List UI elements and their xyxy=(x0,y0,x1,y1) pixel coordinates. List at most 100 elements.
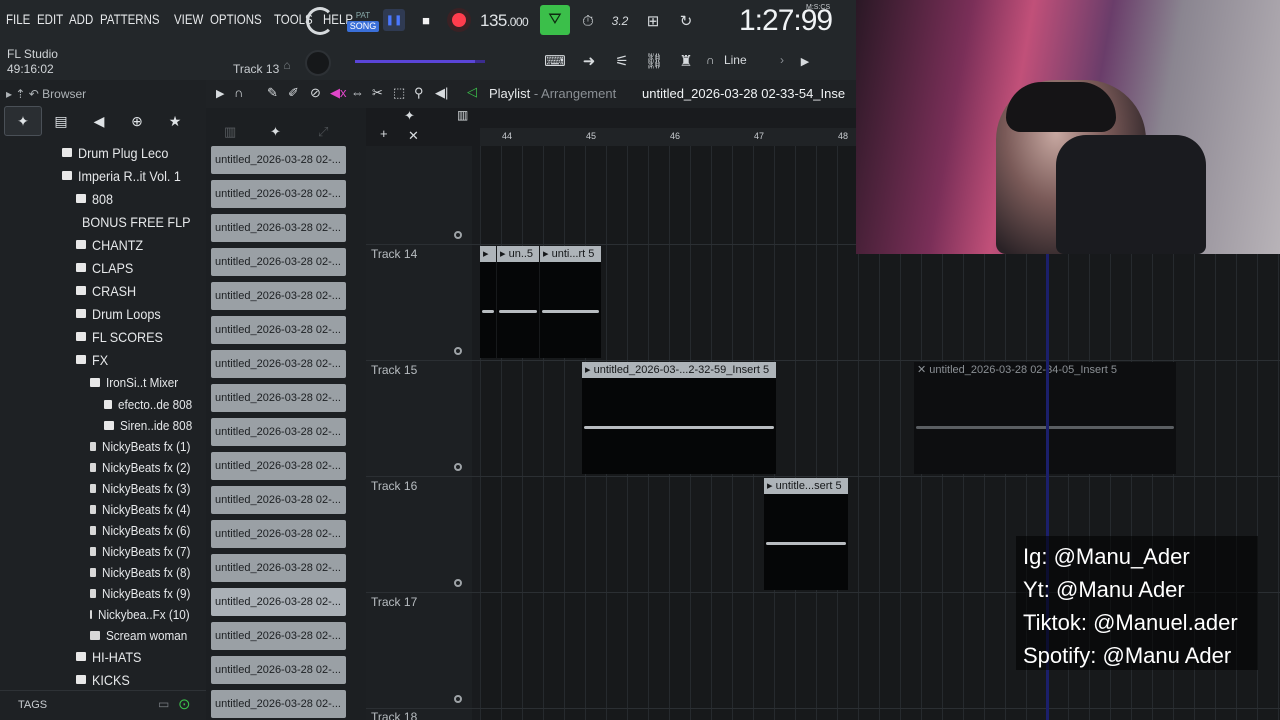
clip-source-button[interactable]: untitled_2026-03-28 02-... xyxy=(211,214,346,242)
menu-patterns[interactable]: PATTERNS xyxy=(100,11,160,27)
timeline-ruler[interactable]: 44 45 46 47 48 xyxy=(480,128,856,146)
track-15-label[interactable]: Track 15 xyxy=(371,363,417,377)
record-button[interactable] xyxy=(447,8,471,32)
metronome-button[interactable]: ⛛ xyxy=(540,5,570,35)
clip-source-button[interactable]: untitled_2026-03-28 02-... xyxy=(211,554,346,582)
remove-track-icon[interactable]: ✕ xyxy=(408,128,419,144)
mute-tool-icon[interactable]: ◀x xyxy=(330,85,347,101)
clip-source-button[interactable]: untitled_2026-03-28 02-... xyxy=(211,622,346,650)
piano-roll-icon[interactable]: ⌨ xyxy=(543,52,567,70)
clip-source-button[interactable]: untitled_2026-03-28 02-... xyxy=(211,418,346,446)
muted-audio-clip[interactable]: ✕ untitled_2026-03-28 02-34-05_Insert 5 xyxy=(914,362,1176,474)
browser-item[interactable]: CRASH xyxy=(0,280,200,301)
mixer-icon[interactable]: ⚟ xyxy=(612,52,632,70)
browser-item[interactable]: FL SCORES xyxy=(0,326,200,347)
track-14-mute-toggle[interactable] xyxy=(454,347,462,355)
link-icon[interactable]: ⛓ xyxy=(644,52,664,70)
master-pitch-slider[interactable] xyxy=(355,60,485,63)
step-edit-icon[interactable]: 3.2 xyxy=(607,10,633,32)
browser-item[interactable]: efecto..de 808 xyxy=(0,394,200,415)
track-18-label[interactable]: Track 18 xyxy=(371,710,417,720)
tab-files-icon[interactable]: ▤ xyxy=(42,106,80,136)
clip-source-button[interactable]: untitled_2026-03-28 02-... xyxy=(211,248,346,276)
browser-item[interactable]: IronSi..t Mixer xyxy=(0,372,200,393)
track-17-label[interactable]: Track 17 xyxy=(371,595,417,609)
browser-item[interactable]: FX xyxy=(0,349,200,370)
wait-for-input-icon[interactable]: ⏱ xyxy=(576,10,600,32)
clip-source-button[interactable]: untitled_2026-03-28 02-... xyxy=(211,180,346,208)
clip-source-button[interactable]: untitled_2026-03-28 02-... xyxy=(211,316,346,344)
pause-button[interactable]: ❚❚ xyxy=(383,9,405,31)
slip-tool-icon[interactable]: ⇔ xyxy=(351,85,364,100)
play-arrow-icon[interactable]: ▶ xyxy=(797,52,813,70)
paint-tool-icon[interactable]: ✐ xyxy=(288,85,299,101)
clip-source-button[interactable]: untitled_2026-03-28 02-... xyxy=(211,452,346,480)
search-icon[interactable]: ⊙ xyxy=(178,695,191,713)
menu-add[interactable]: ADD xyxy=(69,11,93,27)
slice-tool-icon[interactable]: ✂ xyxy=(372,85,383,101)
clip-source-button[interactable]: untitled_2026-03-28 02-... xyxy=(211,588,346,616)
browser-nav-icon[interactable]: ▸ ⇡ ↶ xyxy=(6,87,42,101)
browser-item[interactable]: Siren..ide 808 xyxy=(0,415,200,436)
tab-all-icon[interactable]: ✦ xyxy=(4,106,42,136)
browser-item[interactable]: CLAPS xyxy=(0,257,200,278)
browser-item[interactable]: NickyBeats fx (1) xyxy=(0,436,200,457)
track-17-mute-toggle[interactable] xyxy=(454,695,462,703)
loop-record-icon[interactable]: ↻ xyxy=(674,10,698,32)
browser-item[interactable]: NickyBeats fx (3) xyxy=(0,478,200,499)
tempo-display[interactable]: 135.000 xyxy=(480,11,529,31)
browser-item[interactable]: NickyBeats fx (4) xyxy=(0,499,200,520)
menu-view[interactable]: VIEW xyxy=(174,11,203,27)
draw-tool-icon[interactable]: ✎ xyxy=(267,85,278,101)
track-14-label[interactable]: Track 14 xyxy=(371,247,417,261)
clip-source-button[interactable]: untitled_2026-03-28 02-... xyxy=(211,690,346,718)
snap-selector[interactable]: ∩ Line › xyxy=(706,53,806,71)
clip-source-button[interactable]: untitled_2026-03-28 02-... xyxy=(211,486,346,514)
browser-item[interactable]: Scream woman xyxy=(0,625,200,646)
browser-item[interactable]: 808 xyxy=(0,188,200,209)
clip-source-button[interactable]: untitled_2026-03-28 02-... xyxy=(211,350,346,378)
tab-favorites-icon[interactable]: ★ xyxy=(156,106,194,136)
browser-item[interactable]: NickyBeats fx (6) xyxy=(0,520,200,541)
browser-item[interactable]: CHANTZ xyxy=(0,234,200,255)
master-volume-knob[interactable] xyxy=(305,50,331,76)
blend-notes-icon[interactable]: ⊞ xyxy=(641,10,665,32)
browser-item[interactable]: NickyBeats fx (9) xyxy=(0,583,200,604)
audio-clip[interactable]: ▸ untitle...sert 5 xyxy=(764,478,848,590)
browser-item[interactable]: Imperia R..it Vol. 1 xyxy=(0,165,200,186)
pattern-grid-icon[interactable]: ▥ xyxy=(457,108,468,122)
audio-clip[interactable]: ▸ xyxy=(480,246,496,358)
clip-source-button[interactable]: untitled_2026-03-28 02-... xyxy=(211,384,346,412)
menu-file[interactable]: FILE xyxy=(6,11,30,27)
browser-item[interactable]: NickyBeats fx (8) xyxy=(0,562,200,583)
browser-item[interactable]: Drum Plug Leco xyxy=(0,142,200,163)
menu-options[interactable]: OPTIONS xyxy=(210,11,262,27)
clip-list-wave-icon[interactable]: ✦ xyxy=(270,124,281,140)
select-tool-icon[interactable]: ⬚ xyxy=(393,85,405,101)
folder-icon[interactable]: ▭ xyxy=(158,697,169,711)
playback-tool-icon[interactable]: ◀| xyxy=(435,85,448,101)
playlist-play-icon[interactable]: ▶ xyxy=(216,87,224,100)
pattern-song-toggle[interactable]: PAT SONG xyxy=(347,10,379,34)
tab-globe-icon[interactable]: ⊕ xyxy=(118,106,156,136)
tab-speaker-icon[interactable]: ◀ xyxy=(80,106,118,136)
zoom-tool-icon[interactable]: ⚲ xyxy=(414,85,424,101)
arrangement-name[interactable]: untitled_2026-03-28 02-33-54_Inse xyxy=(642,86,845,101)
audio-clip[interactable]: ▸ unti...rt 5 xyxy=(540,246,601,358)
menu-edit[interactable]: EDIT xyxy=(37,11,63,27)
browser-item[interactable]: Drum Loops xyxy=(0,303,200,324)
audio-clip[interactable]: ▸ untitled_2026-03-...2-32-59_Insert 5 xyxy=(582,362,776,474)
clip-source-button[interactable]: untitled_2026-03-28 02-... xyxy=(211,520,346,548)
browser-item[interactable]: NickyBeats fx (2) xyxy=(0,457,200,478)
track-16-label[interactable]: Track 16 xyxy=(371,479,417,493)
delete-tool-icon[interactable]: ⊘ xyxy=(310,85,321,101)
clip-source-button[interactable]: untitled_2026-03-28 02-... xyxy=(211,282,346,310)
track-13-mute-toggle[interactable] xyxy=(454,231,462,239)
track-15-mute-toggle[interactable] xyxy=(454,463,462,471)
browser-item[interactable]: KICKS xyxy=(0,669,200,690)
browser-item[interactable]: Nickybea..Fx (10) xyxy=(0,604,200,625)
stop-button[interactable]: ■ xyxy=(415,9,437,31)
magnet-snap-icon[interactable]: ∩ xyxy=(234,85,243,100)
clip-source-button[interactable]: untitled_2026-03-28 02-... xyxy=(211,656,346,684)
clip-source-button[interactable]: untitled_2026-03-28 02-... xyxy=(211,146,346,174)
